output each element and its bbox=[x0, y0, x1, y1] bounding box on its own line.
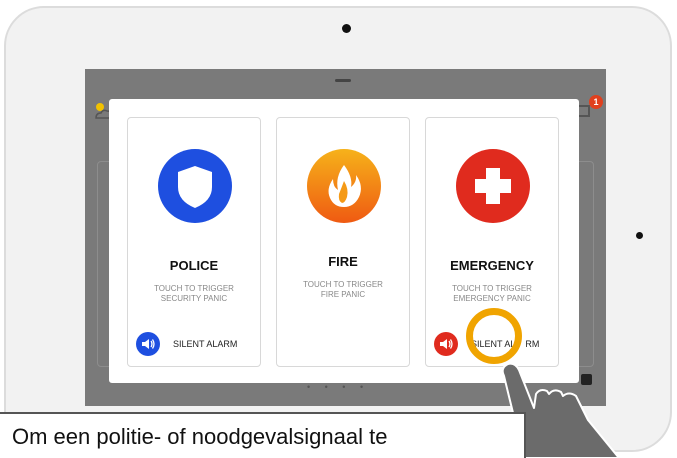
card-title: FIRE bbox=[328, 254, 358, 269]
flame-icon bbox=[307, 149, 381, 223]
shield-icon bbox=[158, 149, 232, 223]
notification-badge: 1 bbox=[589, 95, 603, 109]
speaker-icon bbox=[136, 332, 160, 356]
camera-dot bbox=[342, 24, 351, 33]
card-description: TOUCH TO TRIGGER FIRE PANIC bbox=[303, 280, 383, 299]
fire-panic-card[interactable]: FIRE TOUCH TO TRIGGER FIRE PANIC bbox=[276, 117, 410, 367]
card-description: TOUCH TO TRIGGER EMERGENCY PANIC bbox=[452, 284, 532, 303]
home-button[interactable] bbox=[636, 232, 643, 239]
medical-cross-icon bbox=[456, 149, 530, 223]
speaker-icon bbox=[434, 332, 458, 356]
silent-alarm-toggle[interactable]: SILENT ALARM bbox=[136, 331, 237, 357]
card-title: EMERGENCY bbox=[450, 258, 534, 273]
page-indicator: • • • • bbox=[307, 382, 370, 392]
police-panic-card[interactable]: POLICE TOUCH TO TRIGGER SECURITY PANIC S… bbox=[127, 117, 261, 367]
silent-alarm-label: SILENT ALARM bbox=[173, 339, 238, 349]
tutorial-caption: Om een politie- of noodgevalsignaal te bbox=[0, 412, 526, 458]
pull-down-handle[interactable] bbox=[335, 79, 351, 82]
card-title: POLICE bbox=[169, 258, 219, 273]
caption-text: Om een politie- of noodgevalsignaal te bbox=[12, 424, 388, 449]
card-description: TOUCH TO TRIGGER SECURITY PANIC bbox=[154, 284, 234, 303]
